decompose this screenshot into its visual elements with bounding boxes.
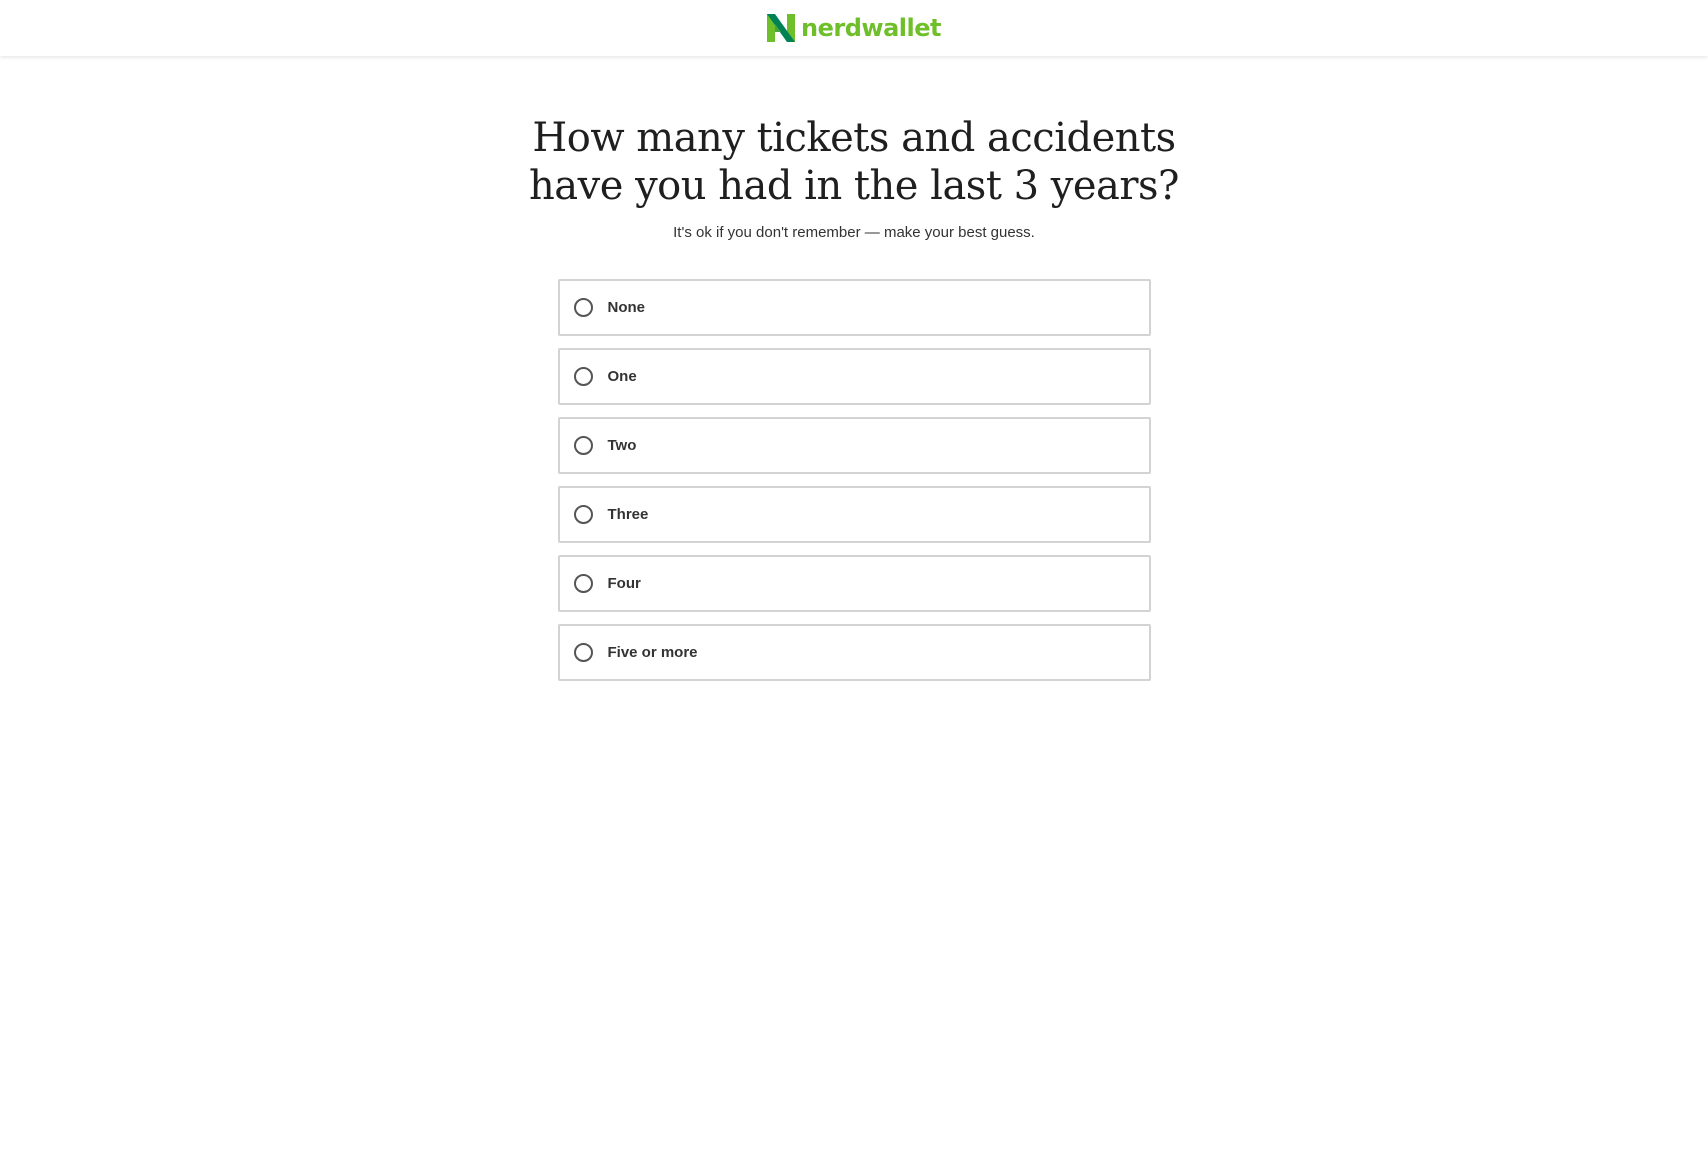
- radio-button[interactable]: [573, 367, 593, 386]
- radio-button[interactable]: [573, 505, 593, 524]
- option-label: Three: [607, 506, 649, 523]
- option-four[interactable]: Four: [557, 555, 1151, 612]
- option-one[interactable]: One: [557, 348, 1151, 405]
- radio-button[interactable]: [573, 574, 593, 593]
- option-label: One: [607, 368, 637, 385]
- option-label: Four: [607, 575, 641, 592]
- logo-wordmark: nerdwallet: [801, 14, 941, 42]
- option-five-or-more[interactable]: Five or more: [557, 624, 1151, 681]
- nerdwallet-n-logo-icon: [767, 14, 796, 42]
- nerdwallet-logo[interactable]: nerdwallet: [767, 14, 941, 42]
- question-page: How many tickets and accidents have you …: [0, 56, 1708, 681]
- option-none[interactable]: None: [557, 279, 1151, 336]
- radio-button[interactable]: [573, 436, 593, 455]
- radio-button[interactable]: [573, 643, 593, 662]
- answer-options: None One Two Three Four Five or more: [557, 279, 1151, 681]
- option-two[interactable]: Two: [557, 417, 1151, 474]
- option-label: None: [607, 299, 646, 316]
- option-label: Two: [607, 437, 637, 454]
- option-three[interactable]: Three: [557, 486, 1151, 543]
- question-subtitle: It's ok if you don't remember — make you…: [673, 224, 1035, 241]
- question-title: How many tickets and accidents have you …: [528, 115, 1180, 209]
- radio-button[interactable]: [573, 298, 593, 317]
- option-label: Five or more: [607, 644, 698, 661]
- top-header: nerdwallet: [0, 0, 1708, 56]
